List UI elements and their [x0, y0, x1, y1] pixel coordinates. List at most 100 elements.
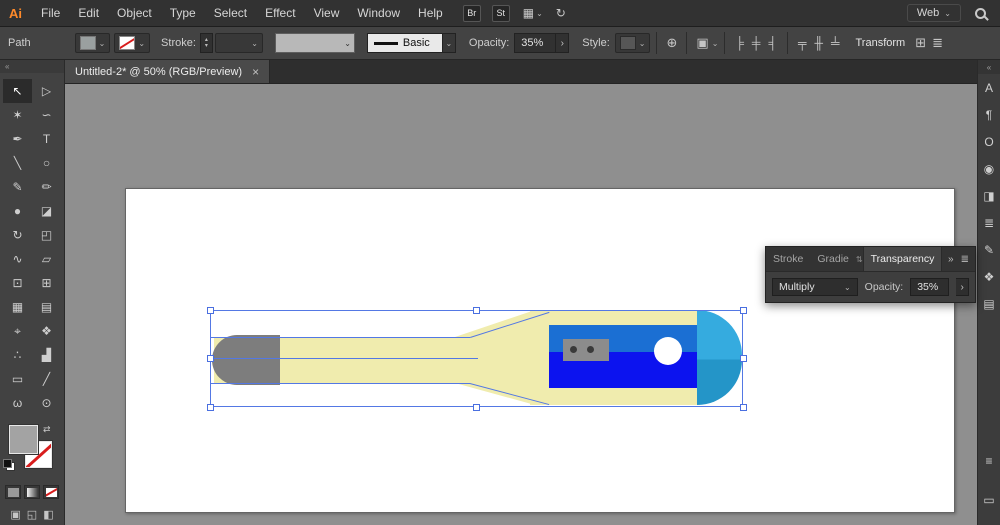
- tools-panel-collapse[interactable]: «: [0, 60, 64, 73]
- fill-color-swatch[interactable]: [8, 424, 39, 455]
- sync-settings-button[interactable]: ↻: [556, 6, 566, 20]
- draw-normal-icon[interactable]: ▣: [10, 508, 20, 521]
- stroke-weight-stepper[interactable]: ▴ ▾: [199, 33, 213, 53]
- panel-overflow-icon[interactable]: »: [948, 254, 954, 265]
- menu-item[interactable]: File: [32, 6, 69, 20]
- shape-builder-tool[interactable]: ⊡: [3, 271, 32, 295]
- free-transform-tool[interactable]: ▱: [32, 247, 61, 271]
- scale-tool[interactable]: ◰: [32, 223, 61, 247]
- hand-tool[interactable]: ω: [3, 391, 32, 415]
- document-setup-globe-icon[interactable]: ⊕: [666, 35, 677, 51]
- dock-collapse[interactable]: «: [978, 60, 1000, 74]
- selection-handle[interactable]: [740, 355, 747, 362]
- menu-item[interactable]: Edit: [69, 6, 108, 20]
- panel-opacity-chevron[interactable]: ›: [956, 278, 969, 296]
- selection-handle[interactable]: [740, 404, 747, 411]
- align-center-icon[interactable]: ╪: [752, 36, 761, 50]
- brush-dropdown-chevron[interactable]: ⌄: [442, 33, 456, 53]
- selection-tool[interactable]: ↖: [3, 79, 32, 103]
- stroke-weight-dropdown[interactable]: ⌄: [214, 33, 263, 53]
- workspace-switcher[interactable]: Web ⌄: [906, 4, 961, 22]
- tab-transparency[interactable]: Transparency: [862, 247, 943, 271]
- align-bottom-icon[interactable]: ╧: [831, 36, 840, 50]
- direct-selection-tool[interactable]: ▷: [32, 79, 61, 103]
- close-icon[interactable]: ×: [252, 65, 259, 79]
- opentype-panel-icon[interactable]: O: [978, 128, 1000, 155]
- eraser-tool[interactable]: ◪: [32, 199, 61, 223]
- draw-behind-icon[interactable]: ◱: [27, 508, 37, 521]
- selection-handle[interactable]: [473, 404, 480, 411]
- menu-item[interactable]: Effect: [256, 6, 304, 20]
- blob-brush-tool[interactable]: ●: [3, 199, 32, 223]
- ellipse-tool[interactable]: ○: [32, 151, 61, 175]
- panel-menu-icon[interactable]: ≣: [961, 254, 969, 265]
- rotate-tool[interactable]: ↻: [3, 223, 32, 247]
- lasso-tool[interactable]: ∽: [32, 103, 61, 127]
- selection-handle[interactable]: [207, 404, 214, 411]
- variable-width-profile-dropdown[interactable]: ⌄: [274, 33, 355, 53]
- none-button[interactable]: [43, 485, 59, 499]
- style-dropdown[interactable]: ⌄: [614, 33, 651, 53]
- zoom-tool[interactable]: ⊙: [32, 391, 61, 415]
- type-tool[interactable]: T: [32, 127, 61, 151]
- tab-stroke[interactable]: Stroke: [766, 247, 810, 271]
- gradient-button[interactable]: [24, 485, 40, 499]
- align-left-icon[interactable]: ╞: [735, 36, 744, 50]
- tab-gradient[interactable]: Gradie: [810, 247, 856, 271]
- selection-handle[interactable]: [207, 307, 214, 314]
- menu-item[interactable]: Object: [108, 6, 161, 20]
- line-segment-tool[interactable]: ╲: [3, 151, 32, 175]
- document-tab[interactable]: Untitled-2* @ 50% (RGB/Preview) ×: [65, 60, 271, 83]
- screen-mode-icon[interactable]: ◧: [43, 508, 53, 521]
- opacity-slider-chevron[interactable]: ›: [556, 33, 570, 53]
- bridge-button[interactable]: Br: [462, 4, 481, 22]
- brush-definition-dropdown[interactable]: Basic ⌄: [366, 33, 456, 53]
- color-button[interactable]: [5, 485, 21, 499]
- layers-panel-icon[interactable]: ≡: [978, 447, 1000, 474]
- mesh-tool[interactable]: ▦: [3, 295, 32, 319]
- column-graph-tool[interactable]: ▟: [32, 343, 61, 367]
- symbol-sprayer-tool[interactable]: ∴: [3, 343, 32, 367]
- transform-link[interactable]: Transform: [855, 37, 905, 49]
- stroke-panel-icon[interactable]: ≣: [978, 209, 1000, 236]
- search-icon[interactable]: [975, 7, 986, 19]
- panel-opacity-value[interactable]: 35%: [910, 278, 950, 296]
- transform-options-icon[interactable]: ⊞: [915, 35, 926, 51]
- blend-mode-dropdown[interactable]: Multiply ⌄: [772, 278, 858, 296]
- slice-tool[interactable]: ╱: [32, 367, 61, 391]
- menu-item[interactable]: Window: [348, 6, 409, 20]
- blend-tool[interactable]: ❖: [32, 319, 61, 343]
- magic-wand-tool[interactable]: ✶: [3, 103, 32, 127]
- stroke-color-dropdown[interactable]: ⌄: [114, 33, 151, 53]
- align-top-icon[interactable]: ╤: [798, 36, 807, 50]
- arrange-documents-button[interactable]: ▦ ⌄: [523, 6, 543, 20]
- gradient-panel-icon[interactable]: ▤: [978, 290, 1000, 317]
- align-middle-icon[interactable]: ╫: [814, 36, 823, 50]
- opacity-value[interactable]: 35%: [514, 33, 557, 53]
- menu-item[interactable]: Select: [205, 6, 256, 20]
- select-similar-icon[interactable]: ▣: [696, 35, 708, 51]
- pencil-tool[interactable]: ✏: [32, 175, 61, 199]
- pen-tool[interactable]: ✒: [3, 127, 32, 151]
- paragraph-panel-icon[interactable]: ¶: [978, 101, 1000, 128]
- symbols-panel-icon[interactable]: ❖: [978, 263, 1000, 290]
- perspective-grid-tool[interactable]: ⊞: [32, 271, 61, 295]
- width-tool[interactable]: ∿: [3, 247, 32, 271]
- fill-color-dropdown[interactable]: ⌄: [74, 33, 111, 53]
- eyedropper-tool[interactable]: ⌖: [3, 319, 32, 343]
- default-fill-stroke-icon[interactable]: [3, 459, 15, 471]
- character-panel-icon[interactable]: A: [978, 74, 1000, 101]
- swap-fill-stroke-icon[interactable]: ⇄: [43, 424, 51, 435]
- selection-handle[interactable]: [740, 307, 747, 314]
- menu-item[interactable]: Help: [409, 6, 452, 20]
- artboard-tool[interactable]: ▭: [3, 367, 32, 391]
- graphic-styles-panel-icon[interactable]: ◨: [978, 182, 1000, 209]
- appearance-panel-icon[interactable]: ◉: [978, 155, 1000, 182]
- stock-button[interactable]: St: [491, 4, 510, 22]
- control-panel-menu-icon[interactable]: ≣: [932, 35, 943, 51]
- menu-item[interactable]: View: [305, 6, 349, 20]
- align-right-icon[interactable]: ╡: [768, 36, 777, 50]
- artboards-panel-icon[interactable]: ▭: [978, 486, 1000, 513]
- gradient-tool[interactable]: ▤: [32, 295, 61, 319]
- menu-item[interactable]: Type: [161, 6, 205, 20]
